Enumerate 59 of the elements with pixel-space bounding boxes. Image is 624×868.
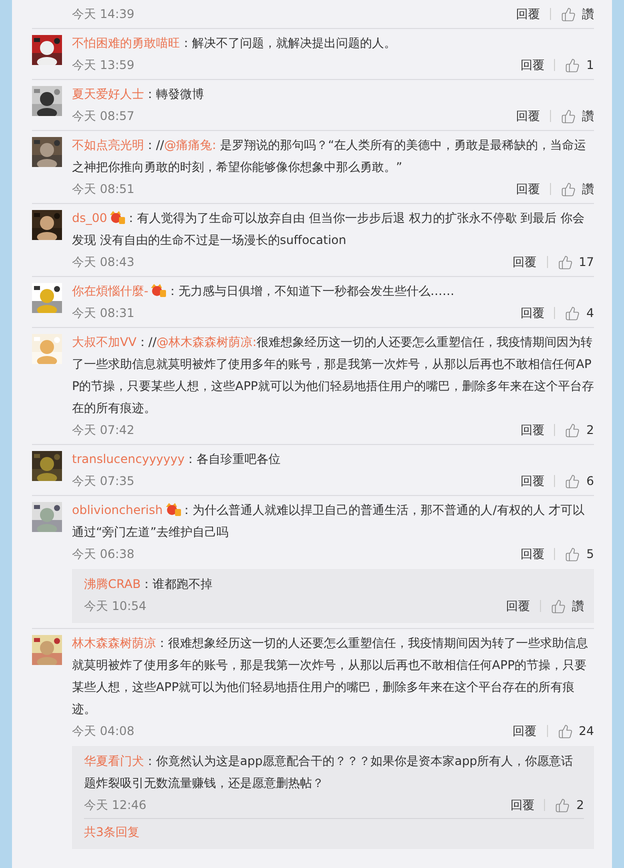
reply-link[interactable]: 回覆 (520, 472, 544, 490)
like-button[interactable]: 2 (555, 798, 584, 812)
comment-text: 不怕困难的勇敢喵旺：解决不了问题，就解决提出问题的人。 (72, 35, 397, 52)
comment-time: 今天 06:38 (72, 546, 136, 562)
comment-text: 不如点亮光明：//@痛痛兔: 是罗翔说的那句吗？“在人类所有的美德中，勇敢是最稀缺的，当命运之神把你推向勇敢的时刻，希望你能够像你想象中那么勇敢。” (72, 137, 588, 176)
reply-link[interactable]: 回覆 (520, 304, 544, 322)
like-button[interactable]: 2 (565, 422, 594, 438)
comment-text: 大叔不加VV：//@林木森森树荫凉:很难想象经历这一切的人还要怎么重塑信任，我疫情期间因为转了一些求助信息就莫明被炸了使用多年的账号，那是我第一次炸号，从那以后再也不敢相信任何APP的节操，只要某些人想，这些APP就可以为他们轻易地捂住用户的嘴巴，删除多年来在这个平台存在的所有痕迹。 (72, 334, 594, 417)
reply-link[interactable]: 回覆 (512, 254, 537, 270)
comment-text: 沸腾CRAB：谁都跑不掉 (84, 576, 214, 593)
like-button[interactable]: 5 (565, 546, 594, 562)
comment-time: 今天 08:31 (72, 304, 136, 322)
comment-time: 今天 14:39 (72, 6, 136, 22)
thumbs-up-icon (561, 108, 576, 124)
like-button[interactable]: 讚 (561, 108, 594, 124)
comment-text: 林木森森树荫凉：很难想象经历这一切的人还要怎么重塑信任，我疫情期间因为转了一些求助信息就莫明被炸了使用多年的账号，那是我第一次炸号，从那以后再也不敢相信任何APP的节操，只要某些人想，这些APP就可以为他们轻易地捂住用户的嘴巴，删除多年来在这个平台存在的所有痕迹。 (72, 635, 589, 718)
comment-text: 夏天爱好人士：轉發微博 (72, 86, 205, 103)
thumbs-up-icon (565, 58, 580, 72)
like-button[interactable]: 1 (565, 58, 594, 72)
thumbs-up-icon (561, 182, 576, 196)
like-button[interactable]: 讚 (561, 180, 594, 198)
comment-time: 今天 08:43 (72, 254, 136, 270)
comment-text: translucencyyyyyy：各自珍重吧各位 (72, 451, 282, 468)
thumbs-up-icon (551, 598, 566, 614)
like-button[interactable]: 17 (558, 254, 594, 270)
thumbs-up-icon (565, 306, 580, 320)
thumbs-up-icon (558, 254, 573, 270)
comment-time: 今天 08:57 (72, 108, 136, 124)
thumbs-up-icon (565, 546, 580, 562)
reply-link[interactable]: 回覆 (516, 6, 540, 22)
reply-link[interactable]: 回覆 (516, 180, 540, 198)
comment-text: oblivioncherish ：为什么普通人就难以捍卫自己的普通生活，那不普通的人/有权的人 才可以通过“旁门左道”去维护自己吗 (72, 501, 586, 541)
comment-time: 今天 07:35 (72, 472, 136, 490)
like-button[interactable]: 6 (565, 474, 594, 488)
thumbs-up-icon (565, 422, 580, 438)
comment-time: 今天 04:08 (72, 722, 136, 740)
comment-text: 你在煩惱什麼- ：无力感与日俱增，不知道下一秒都会发生些什么…… (72, 282, 456, 300)
like-button[interactable]: 讚 (551, 598, 584, 614)
comment-text: ds_00 ：有人觉得为了生命可以放弃自由 但当你一步步后退 权力的扩张永不停歇 到最后 你会发现 没有自由的生命不过是一场漫长的suffocation (72, 209, 586, 249)
comment-time: 今天 13:59 (72, 56, 136, 74)
like-button[interactable]: 讚 (561, 6, 594, 22)
thumbs-up-icon (558, 724, 573, 738)
thumbs-up-icon (561, 6, 576, 22)
reply-link[interactable]: 回覆 (520, 422, 544, 438)
comment-time: 今天 12:46 (84, 796, 148, 814)
reply-link[interactable]: 回覆 (510, 796, 534, 814)
reply-link[interactable]: 回覆 (520, 546, 544, 562)
like-button[interactable]: 24 (558, 724, 594, 738)
comment-time: 今天 08:51 (72, 180, 136, 198)
reply-link[interactable]: 回覆 (506, 598, 530, 614)
thumbs-up-icon (565, 474, 580, 488)
comment-time: 今天 07:42 (72, 422, 136, 438)
reply-link[interactable]: 回覆 (512, 722, 537, 740)
comment-time: 今天 10:54 (84, 598, 148, 614)
thumbs-up-icon (555, 798, 570, 812)
comment-text: 华夏看门犬：你竟然认为这是app愿意配合干的？？？如果你是资本家app所有人，你愿意话题炸裂吸引无数流量赚钱，还是愿意删热帖？ (84, 753, 574, 792)
like-button[interactable]: 4 (565, 306, 594, 320)
reply-link[interactable]: 回覆 (516, 108, 540, 124)
reply-link[interactable]: 回覆 (520, 56, 544, 74)
